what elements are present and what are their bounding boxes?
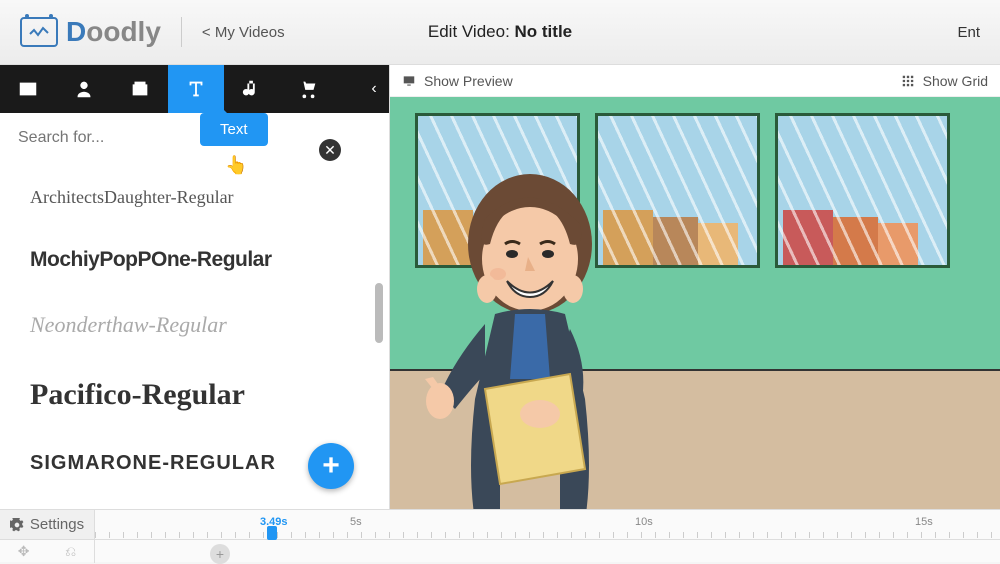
- font-item[interactable]: Neonderthaw-Regular: [0, 292, 389, 358]
- breadcrumb-back[interactable]: < My Videos: [202, 24, 285, 41]
- header-right-truncated[interactable]: Ent: [957, 24, 980, 41]
- timeline: Settings ✥ ⎌ 3.49s 5s 10s 15s +: [0, 509, 1000, 562]
- page-title: Edit Video: No title: [428, 22, 572, 42]
- app-logo: Doodly: [20, 16, 161, 48]
- add-scene-button[interactable]: +: [210, 544, 230, 564]
- canvas[interactable]: [390, 97, 1000, 509]
- header-divider: [181, 17, 182, 47]
- main-area: ‹ Text 👆 ✕ ArchitectsDaughter-Regular Mo…: [0, 65, 1000, 509]
- time-marker: 15s: [915, 516, 933, 528]
- show-grid-button[interactable]: Show Grid: [923, 73, 988, 89]
- lock-icon[interactable]: ⎌: [65, 543, 76, 560]
- character-prop[interactable]: [390, 149, 685, 509]
- time-marker: 10s: [635, 516, 653, 528]
- tab-cart[interactable]: [280, 65, 336, 113]
- scrollbar[interactable]: [375, 283, 383, 343]
- logo-icon: [20, 17, 58, 47]
- font-item[interactable]: MochiyPopPOne-Regular: [0, 228, 389, 292]
- font-item[interactable]: ArchitectsDaughter-Regular: [0, 167, 389, 228]
- tab-text[interactable]: [168, 65, 224, 113]
- show-preview-button[interactable]: Show Preview: [424, 73, 513, 89]
- app-header: Doodly < My Videos Edit Video: No title …: [0, 0, 1000, 65]
- grid-icon: [901, 74, 915, 88]
- monitor-icon: [402, 74, 416, 88]
- add-button[interactable]: +: [308, 443, 354, 489]
- canvas-area: Show Preview Show Grid: [390, 65, 1000, 509]
- canvas-toolbar: Show Preview Show Grid: [390, 65, 1000, 97]
- left-sidebar: ‹ Text 👆 ✕ ArchitectsDaughter-Regular Mo…: [0, 65, 390, 509]
- tab-scenes[interactable]: [0, 65, 56, 113]
- search-input[interactable]: [18, 129, 371, 147]
- move-icon[interactable]: ✥: [18, 543, 30, 560]
- tab-props[interactable]: [112, 65, 168, 113]
- tab-characters[interactable]: [56, 65, 112, 113]
- track-controls: ✥ ⎌: [0, 540, 95, 563]
- tab-sounds[interactable]: [224, 65, 280, 113]
- clear-search-button[interactable]: ✕: [319, 139, 341, 161]
- window-prop[interactable]: [775, 113, 950, 268]
- time-marker: 5s: [350, 516, 362, 528]
- playhead[interactable]: [267, 526, 277, 540]
- gear-icon: [10, 518, 24, 532]
- asset-toolbar: ‹: [0, 65, 389, 113]
- font-item[interactable]: Pacifico-Regular: [0, 358, 389, 432]
- text-tooltip: Text: [200, 113, 268, 146]
- toolbar-collapse[interactable]: ‹: [359, 65, 389, 113]
- logo-text: Doodly: [66, 16, 161, 48]
- settings-button[interactable]: Settings: [0, 510, 95, 540]
- timeline-ruler[interactable]: 3.49s 5s 10s 15s +: [95, 510, 1000, 562]
